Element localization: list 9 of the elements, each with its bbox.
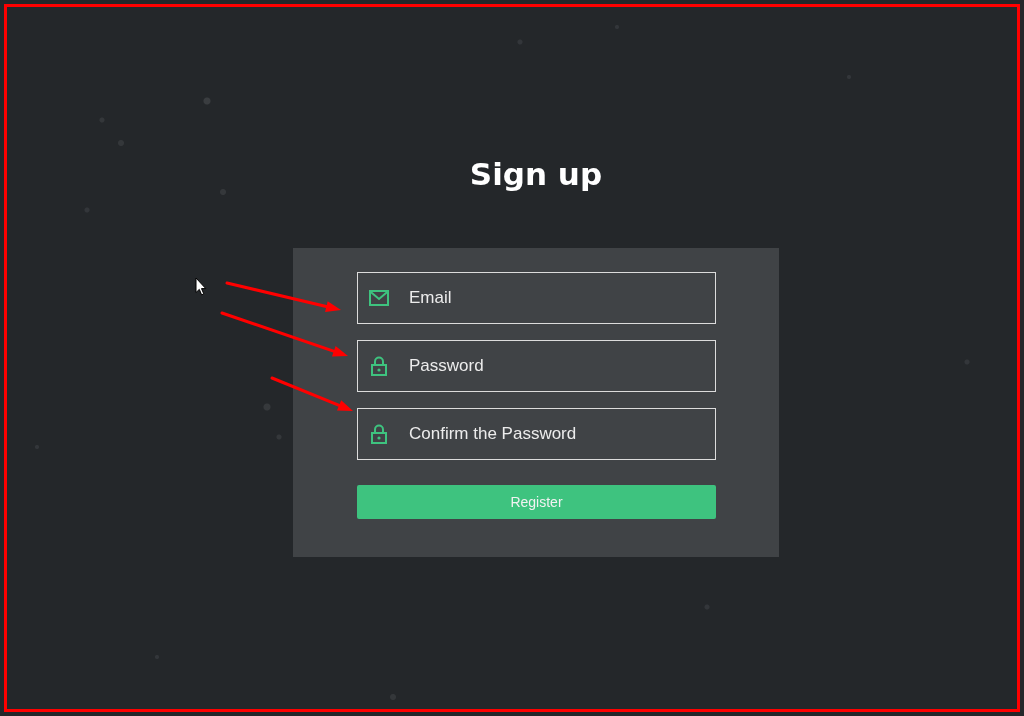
email-field[interactable]: Email [357, 272, 716, 324]
padlock-icon [371, 424, 387, 444]
cursor-icon [195, 277, 207, 296]
password-field[interactable]: Confirm the Password [357, 408, 716, 460]
envelope-icon [369, 290, 389, 306]
padlock-icon [371, 356, 387, 376]
password-field[interactable]: Password [357, 340, 716, 392]
register-button[interactable]: Register [357, 485, 716, 519]
page-title: Sign up [469, 155, 603, 194]
